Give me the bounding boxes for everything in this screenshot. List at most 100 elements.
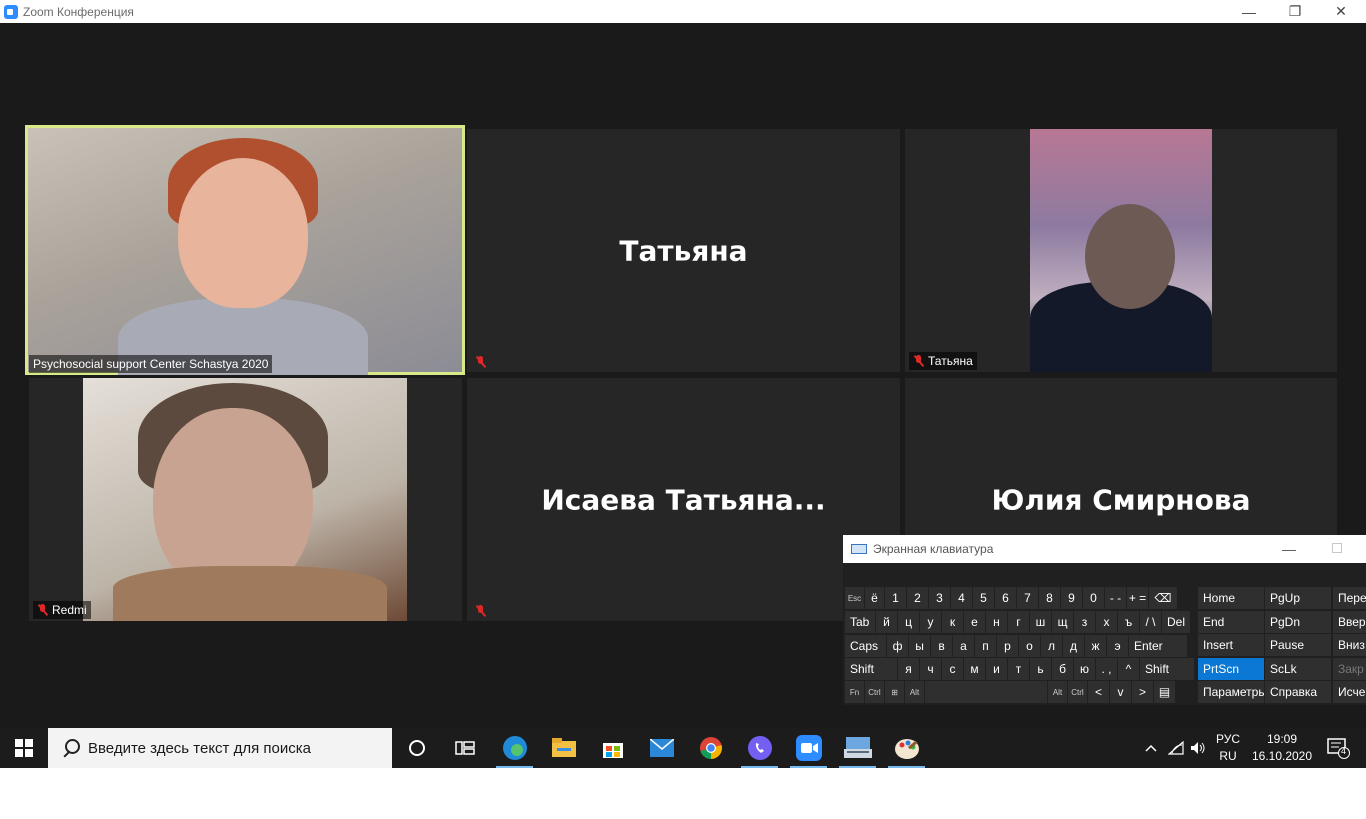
osk-key[interactable]: Параметры bbox=[1198, 681, 1264, 703]
osk-key[interactable]: в bbox=[931, 635, 952, 657]
osk-key[interactable]: Insert bbox=[1198, 634, 1264, 656]
action-center-button[interactable]: 4 bbox=[1318, 728, 1358, 768]
viber-icon[interactable] bbox=[735, 728, 784, 768]
show-hidden-icons-button[interactable] bbox=[1140, 728, 1162, 768]
osk-key[interactable]: Закр bbox=[1333, 657, 1366, 680]
osk-key[interactable]: Del bbox=[1162, 611, 1190, 633]
osk-key[interactable]: Shift bbox=[845, 658, 897, 680]
osk-key[interactable]: . , bbox=[1096, 658, 1117, 680]
osk-key[interactable]: н bbox=[986, 611, 1007, 633]
osk-key[interactable]: ь bbox=[1030, 658, 1051, 680]
osk-key[interactable]: у bbox=[920, 611, 941, 633]
osk-key[interactable]: п bbox=[975, 635, 996, 657]
osk-key[interactable]: а bbox=[953, 635, 974, 657]
restore-button[interactable]: ❐ bbox=[1272, 0, 1318, 23]
osk-key[interactable]: с bbox=[942, 658, 963, 680]
osk-key[interactable]: 6 bbox=[995, 587, 1016, 609]
osk-key[interactable]: ScLk bbox=[1265, 657, 1331, 680]
osk-key[interactable]: - - bbox=[1105, 587, 1126, 609]
volume-icon[interactable] bbox=[1187, 728, 1209, 768]
participant-tile[interactable]: Psychosocial support Center Schastya 202… bbox=[25, 125, 465, 375]
osk-key[interactable]: ъ bbox=[1118, 611, 1139, 633]
osk-key[interactable]: э bbox=[1107, 635, 1128, 657]
osk-key[interactable]: Pause bbox=[1265, 634, 1331, 656]
osk-key[interactable]: v bbox=[1110, 681, 1131, 703]
osk-key[interactable]: Alt bbox=[1048, 681, 1067, 703]
osk-key[interactable]: Ctrl bbox=[1068, 681, 1087, 703]
osk-key[interactable]: з bbox=[1074, 611, 1095, 633]
participant-tile[interactable]: Татьяна bbox=[467, 129, 900, 372]
close-button[interactable]: ✕ bbox=[1318, 0, 1364, 23]
osk-key[interactable]: < bbox=[1088, 681, 1109, 703]
osk-key[interactable]: ^ bbox=[1118, 658, 1139, 680]
osk-key[interactable]: ё bbox=[865, 587, 884, 609]
network-icon[interactable] bbox=[1165, 728, 1187, 768]
osk-key[interactable]: Ctrl bbox=[865, 681, 884, 703]
taskbar-clock[interactable]: 19:09 16.10.2020 bbox=[1250, 731, 1314, 765]
osk-key[interactable]: Ввер bbox=[1333, 610, 1366, 633]
osk-key[interactable]: 0 bbox=[1083, 587, 1104, 609]
osk-maximize-button[interactable] bbox=[1332, 543, 1342, 553]
osk-key[interactable]: Пере bbox=[1333, 587, 1366, 609]
osk-key[interactable]: и bbox=[986, 658, 1007, 680]
osk-key[interactable]: Caps bbox=[845, 635, 886, 657]
mail-icon[interactable] bbox=[637, 728, 686, 768]
osk-spacebar[interactable] bbox=[925, 681, 1047, 703]
osk-key[interactable]: 5 bbox=[973, 587, 994, 609]
file-explorer-icon[interactable] bbox=[539, 728, 588, 768]
osk-key[interactable]: Esc bbox=[845, 587, 864, 609]
osk-key[interactable]: ы bbox=[909, 635, 930, 657]
osk-key[interactable]: ц bbox=[898, 611, 919, 633]
osk-key[interactable]: Исче bbox=[1333, 681, 1366, 703]
osk-key[interactable]: Справка bbox=[1265, 681, 1331, 703]
osk-key[interactable]: End bbox=[1198, 610, 1264, 633]
osk-key[interactable]: Tab bbox=[845, 611, 875, 633]
osk-key[interactable]: PgDn bbox=[1265, 610, 1331, 633]
osk-key[interactable]: Enter bbox=[1129, 635, 1187, 657]
zoom-icon[interactable] bbox=[784, 728, 833, 768]
osk-key[interactable]: Вниз bbox=[1333, 634, 1366, 656]
osk-key[interactable]: й bbox=[876, 611, 897, 633]
osk-key[interactable]: 8 bbox=[1039, 587, 1060, 609]
osk-key[interactable]: 7 bbox=[1017, 587, 1038, 609]
osk-key[interactable]: 3 bbox=[929, 587, 950, 609]
edge-icon[interactable] bbox=[490, 728, 539, 768]
osk-key[interactable]: т bbox=[1008, 658, 1029, 680]
osk-key[interactable]: ⌫ bbox=[1149, 587, 1177, 609]
osk-key[interactable]: ⊞ bbox=[885, 681, 904, 703]
osk-key[interactable]: о bbox=[1019, 635, 1040, 657]
osk-key[interactable]: Shift bbox=[1140, 658, 1194, 680]
osk-key[interactable]: д bbox=[1063, 635, 1084, 657]
osk-key[interactable]: ш bbox=[1030, 611, 1051, 633]
participant-tile[interactable]: Redmi bbox=[29, 378, 462, 621]
osk-key[interactable]: р bbox=[997, 635, 1018, 657]
osk-key[interactable]: 4 bbox=[951, 587, 972, 609]
osk-key[interactable]: к bbox=[942, 611, 963, 633]
osk-key[interactable]: Home bbox=[1198, 587, 1264, 609]
cortana-icon[interactable] bbox=[392, 728, 441, 768]
osk-key[interactable]: щ bbox=[1052, 611, 1073, 633]
osk-key[interactable]: > bbox=[1132, 681, 1153, 703]
on-screen-keyboard-icon[interactable] bbox=[833, 728, 882, 768]
input-language-indicator[interactable]: РУС RU bbox=[1210, 731, 1246, 765]
osk-minimize-button[interactable]: — bbox=[1282, 541, 1296, 557]
minimize-button[interactable]: — bbox=[1226, 0, 1272, 23]
osk-key[interactable]: ч bbox=[920, 658, 941, 680]
start-button[interactable] bbox=[0, 728, 48, 768]
osk-key[interactable]: ж bbox=[1085, 635, 1106, 657]
osk-key[interactable]: ю bbox=[1074, 658, 1095, 680]
participant-tile[interactable]: Исаева Татьяна... bbox=[467, 378, 900, 621]
osk-key[interactable]: Alt bbox=[905, 681, 924, 703]
osk-key[interactable]: х bbox=[1096, 611, 1117, 633]
osk-key[interactable]: 1 bbox=[885, 587, 906, 609]
osk-key[interactable]: PrtScn bbox=[1198, 657, 1264, 680]
osk-key[interactable]: м bbox=[964, 658, 985, 680]
osk-key[interactable]: PgUp bbox=[1265, 587, 1331, 609]
osk-key[interactable]: я bbox=[898, 658, 919, 680]
osk-key[interactable]: е bbox=[964, 611, 985, 633]
osk-key[interactable]: г bbox=[1008, 611, 1029, 633]
chrome-icon[interactable] bbox=[686, 728, 735, 768]
paint-icon[interactable] bbox=[882, 728, 931, 768]
osk-key[interactable]: л bbox=[1041, 635, 1062, 657]
osk-key[interactable]: / \ bbox=[1140, 611, 1161, 633]
